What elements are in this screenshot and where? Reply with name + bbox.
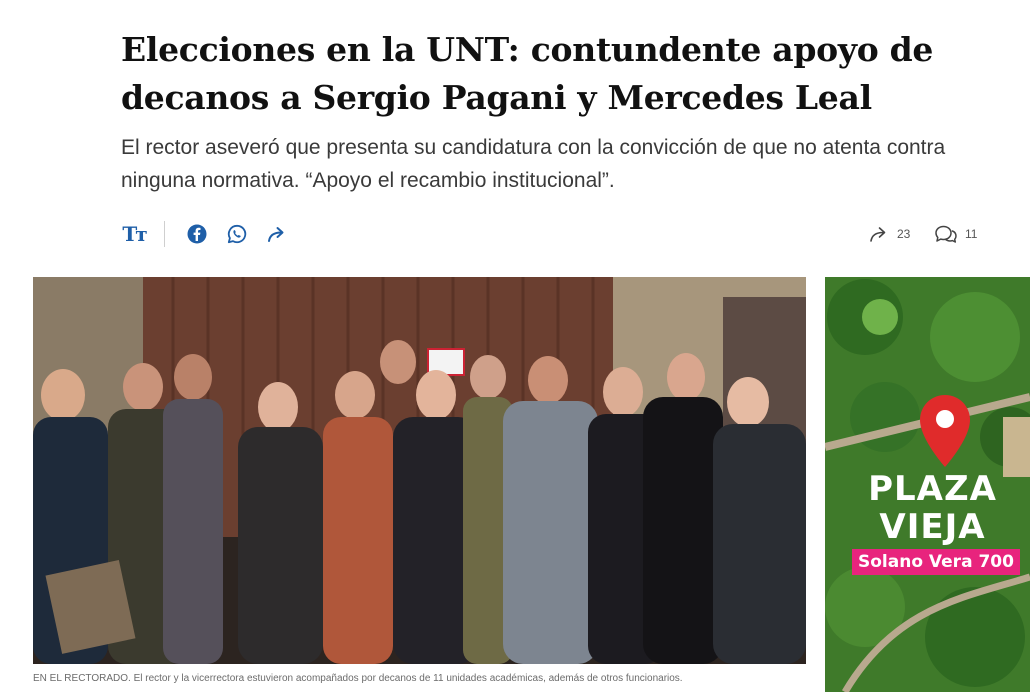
share-icon [268,227,284,242]
article-headline: Elecciones en la UNT: contundente apoyo … [121,30,934,117]
text-size-icon: Tт [122,222,147,246]
group-photo-illustration [33,277,806,664]
article-toolbar: Tт 23 11 [121,219,991,249]
comment-count[interactable]: 11 [933,219,977,249]
facebook-icon [187,224,207,244]
article-subtitle: El rector aseveró que presenta su candid… [121,136,946,192]
ad-address-badge: Solano Vera 700 [852,549,1020,575]
photo-caption: EN EL RECTORADO. El rector y la vicerrec… [33,673,683,684]
facebook-share-button[interactable] [186,219,208,249]
ad-title-line1: PLAZA [868,469,997,509]
share-count-value: 23 [897,227,911,241]
share-count[interactable]: 23 [869,219,910,249]
article-photo[interactable] [33,277,806,664]
comment-count-value: 11 [965,227,978,241]
share-button[interactable] [266,219,290,249]
whatsapp-share-button[interactable] [226,219,248,249]
comments-icon [935,225,957,243]
toolbar-divider [164,221,165,247]
advertisement-banner[interactable]: PLAZA VIEJA Solano Vera 700 [825,277,1030,692]
text-size-button[interactable]: Tт [121,219,147,249]
share-count-icon [870,227,886,242]
ad-title-line2: VIEJA [879,507,986,547]
whatsapp-icon [227,224,247,244]
